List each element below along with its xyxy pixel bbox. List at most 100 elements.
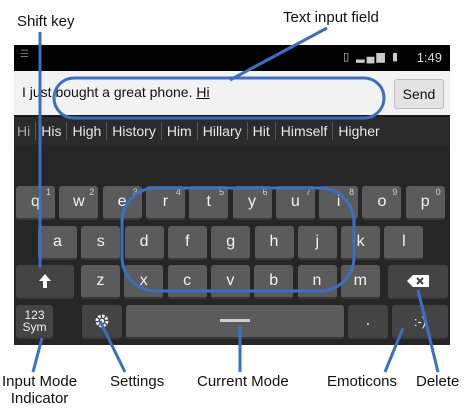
key-v[interactable]: v xyxy=(210,265,250,299)
gear-icon xyxy=(95,314,109,328)
send-button[interactable]: Send xyxy=(394,79,444,109)
key-label: z xyxy=(96,272,105,289)
status-clock: 1:49 xyxy=(416,50,442,65)
suggestion-item[interactable]: Hillary xyxy=(198,122,248,140)
text-input-area: I just bought a great phone. Hi Send xyxy=(14,71,450,115)
status-bar: ☰ ▯ ▂▄▆ ▮ 1:49 xyxy=(14,45,450,71)
shift-key[interactable] xyxy=(16,265,74,299)
key-label: e xyxy=(117,193,127,210)
key-q[interactable]: q1 xyxy=(16,186,55,220)
key-w[interactable]: w2 xyxy=(59,186,99,220)
key-label: u xyxy=(290,193,300,210)
key-label: v xyxy=(226,272,235,289)
key-number-hint: 4 xyxy=(175,187,181,197)
keyboard: 123 Sym . :-) q1w2e3r4 t 5 y 6 u 7 i 8 o… xyxy=(14,145,450,345)
key-j[interactable]: j xyxy=(297,226,337,260)
suggestion-item[interactable]: His xyxy=(36,122,68,140)
key-label: o xyxy=(377,193,387,210)
key-label: h xyxy=(269,233,279,250)
callout-delete: Delete xyxy=(416,373,460,390)
callout-emoticons: Emoticons xyxy=(327,373,398,390)
suggestion-item[interactable]: Himself xyxy=(276,122,334,140)
key-r[interactable]: r4 xyxy=(145,186,185,220)
key-y[interactable]: y6 xyxy=(232,186,272,220)
key-label: n xyxy=(312,272,322,289)
callout-current-mode: Current Mode xyxy=(197,373,289,390)
key-t[interactable]: t5 xyxy=(189,186,229,220)
key-label: m xyxy=(353,272,367,289)
suggestion-item[interactable]: History xyxy=(107,122,162,140)
key-label: y xyxy=(248,193,256,210)
input-mode-label-line: Sym xyxy=(22,320,47,334)
key-b[interactable]: b xyxy=(254,265,294,299)
callout-input-mode-line2: Indicator xyxy=(10,390,69,407)
callout-input-mode-indicator: Input Mode Indicator xyxy=(2,373,77,407)
key-label: a xyxy=(53,233,62,250)
key-label: s xyxy=(96,233,105,250)
key-p[interactable]: p0 xyxy=(405,186,445,220)
callout-text-input-field: Text input field xyxy=(283,9,379,26)
input-mode-key[interactable]: 123 Sym xyxy=(16,305,53,339)
key-label: w xyxy=(73,193,85,210)
key-label: p xyxy=(420,193,430,210)
key-number-hint: 6 xyxy=(262,187,268,197)
input-mode-label: 123 Sym xyxy=(23,309,47,333)
key-h[interactable]: h xyxy=(254,226,294,260)
suggestion-bar: Hi His High History Him Hillary Hit Himself High… xyxy=(14,117,450,145)
key-label: b xyxy=(269,272,279,289)
key-o[interactable]: o9 xyxy=(362,186,402,220)
key-number-hint: 7 xyxy=(305,187,311,197)
key-number-hint: 8 xyxy=(349,187,355,197)
key-number-hint: 3 xyxy=(132,187,138,197)
suggestion-item[interactable]: Hi xyxy=(14,122,37,140)
suggestion-item[interactable]: Him xyxy=(162,122,198,140)
key-s[interactable]: s xyxy=(81,226,121,260)
input-current-word: Hi xyxy=(196,84,210,100)
emoticon-key[interactable]: :-) xyxy=(392,305,448,339)
key-a[interactable]: a xyxy=(38,226,77,260)
space-bar-icon xyxy=(220,319,250,322)
key-number-hint: 9 xyxy=(392,187,398,197)
key-number-hint: 5 xyxy=(219,187,225,197)
key-label: g xyxy=(226,233,236,250)
key-label: d xyxy=(139,233,149,250)
settings-key[interactable] xyxy=(82,305,122,339)
up-arrow-icon xyxy=(39,274,51,288)
key-m[interactable]: m xyxy=(340,265,380,299)
input-text: I just bought a great phone. xyxy=(22,84,197,100)
space-key[interactable] xyxy=(126,305,344,339)
key-n[interactable]: n xyxy=(297,265,337,299)
key-label: i xyxy=(336,193,341,210)
key-x[interactable]: x xyxy=(124,265,164,299)
key-label: q xyxy=(31,193,40,210)
suggestion-item[interactable]: High xyxy=(67,122,108,140)
key-c[interactable]: c xyxy=(167,265,207,299)
key-i[interactable]: i8 xyxy=(319,186,359,220)
delete-key[interactable] xyxy=(388,265,448,299)
key-label: c xyxy=(183,272,192,289)
suggestion-item[interactable]: Hit xyxy=(248,122,276,140)
callout-shift-key: Shift key xyxy=(17,13,75,30)
key-u[interactable]: u7 xyxy=(275,186,315,220)
key-label: f xyxy=(185,233,190,250)
key-label: t xyxy=(206,193,211,210)
backspace-icon xyxy=(407,275,429,287)
key-label: r xyxy=(162,193,169,210)
key-d[interactable]: d xyxy=(124,226,164,260)
status-icons: ▯ ▂▄▆ ▮ xyxy=(343,51,400,63)
key-f[interactable]: f xyxy=(167,226,207,260)
key-g[interactable]: g xyxy=(211,226,251,260)
key-e[interactable]: e3 xyxy=(102,186,142,220)
notification-icon: ☰ xyxy=(20,49,29,60)
key-label: k xyxy=(356,233,365,250)
suggestion-item[interactable]: Higher xyxy=(333,122,384,140)
key-k[interactable]: k xyxy=(341,226,381,260)
key-label: x xyxy=(139,272,148,289)
key-number-hint: 1 xyxy=(45,187,51,197)
key-number-hint: 2 xyxy=(89,187,95,197)
period-key[interactable]: . xyxy=(348,305,388,339)
text-input-field[interactable]: I just bought a great phone. Hi xyxy=(22,84,210,100)
key-l[interactable]: l xyxy=(384,226,424,260)
key-z[interactable]: z xyxy=(81,265,120,299)
callout-settings: Settings xyxy=(110,373,165,390)
